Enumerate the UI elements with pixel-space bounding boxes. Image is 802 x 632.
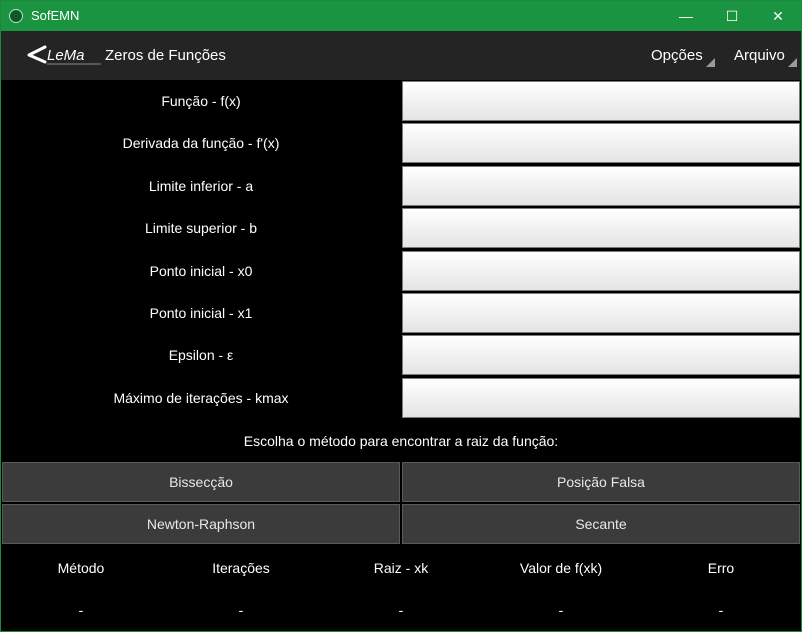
field-row-upper-limit: Limite superior - b bbox=[1, 207, 801, 249]
dropdown-corner-icon bbox=[705, 58, 715, 67]
field-label: Limite superior - b bbox=[144, 220, 258, 236]
svg-text:LeMa: LeMa bbox=[47, 47, 85, 64]
result-iterations-value: - bbox=[238, 602, 244, 618]
result-fxk-value: - bbox=[558, 602, 564, 618]
app-window: SofEMN — ☐ ✕ LeMa Zeros de Funções Opçõe… bbox=[0, 0, 802, 632]
field-row-function: Função - f(x) bbox=[1, 80, 801, 122]
field-label: Ponto inicial - x0 bbox=[149, 263, 253, 279]
minimize-button[interactable]: — bbox=[663, 1, 709, 31]
method-prompt: Escolha o método para encontrar a raiz d… bbox=[243, 433, 559, 449]
field-row-lower-limit: Limite inferior - a bbox=[1, 165, 801, 207]
results-header-method: Método bbox=[57, 560, 105, 576]
false-position-button[interactable]: Posição Falsa bbox=[402, 462, 800, 502]
field-label: Ponto inicial - x1 bbox=[149, 305, 253, 321]
lower-limit-input[interactable] bbox=[402, 166, 800, 206]
menu-options-label: Opções bbox=[651, 47, 703, 64]
field-row-x0: Ponto inicial - x0 bbox=[1, 250, 801, 292]
menu-file[interactable]: Arquivo bbox=[734, 31, 797, 80]
close-button[interactable]: ✕ bbox=[755, 1, 801, 31]
field-label: Função - f(x) bbox=[161, 93, 241, 109]
derivative-input[interactable] bbox=[402, 123, 800, 163]
function-input[interactable] bbox=[402, 81, 800, 121]
field-row-kmax: Máximo de iterações - kmax bbox=[1, 377, 801, 419]
field-label: Máximo de iterações - kmax bbox=[113, 390, 289, 406]
menu-options[interactable]: Opções bbox=[651, 31, 715, 80]
newton-raphson-button[interactable]: Newton-Raphson bbox=[2, 504, 400, 544]
dropdown-corner-icon bbox=[787, 58, 797, 67]
results-header-fxk: Valor de f(xk) bbox=[519, 560, 603, 576]
results-header-iterations: Iterações bbox=[212, 560, 270, 576]
field-label: Limite inferior - a bbox=[148, 178, 254, 194]
field-row-derivative: Derivada da função - f'(x) bbox=[1, 122, 801, 164]
title-bar[interactable]: SofEMN — ☐ ✕ bbox=[1, 1, 801, 31]
field-row-x1: Ponto inicial - x1 bbox=[1, 292, 801, 334]
maximize-button[interactable]: ☐ bbox=[709, 1, 755, 31]
upper-limit-input[interactable] bbox=[402, 208, 800, 248]
lema-logo: LeMa bbox=[27, 45, 101, 65]
result-method-value: - bbox=[78, 602, 84, 618]
field-label: Derivada da função - f'(x) bbox=[122, 135, 280, 151]
results-header-error: Erro bbox=[707, 560, 735, 576]
menu-file-label: Arquivo bbox=[734, 47, 785, 64]
result-error-value: - bbox=[718, 602, 724, 618]
field-row-epsilon: Epsilon - ε bbox=[1, 334, 801, 376]
x1-input[interactable] bbox=[402, 293, 800, 333]
page-title: Zeros de Funções bbox=[105, 47, 226, 64]
x0-input[interactable] bbox=[402, 251, 800, 291]
field-label: Epsilon - ε bbox=[168, 347, 234, 363]
results-header-root: Raiz - xk bbox=[373, 560, 429, 576]
app-toolbar: LeMa Zeros de Funções Opções Arquivo bbox=[1, 31, 801, 80]
epsilon-input[interactable] bbox=[402, 335, 800, 375]
app-icon bbox=[9, 9, 23, 23]
secant-button[interactable]: Secante bbox=[402, 504, 800, 544]
window-title: SofEMN bbox=[31, 8, 80, 23]
bisection-button[interactable]: Bissecção bbox=[2, 462, 400, 502]
kmax-input[interactable] bbox=[402, 378, 800, 418]
result-root-value: - bbox=[398, 602, 404, 618]
